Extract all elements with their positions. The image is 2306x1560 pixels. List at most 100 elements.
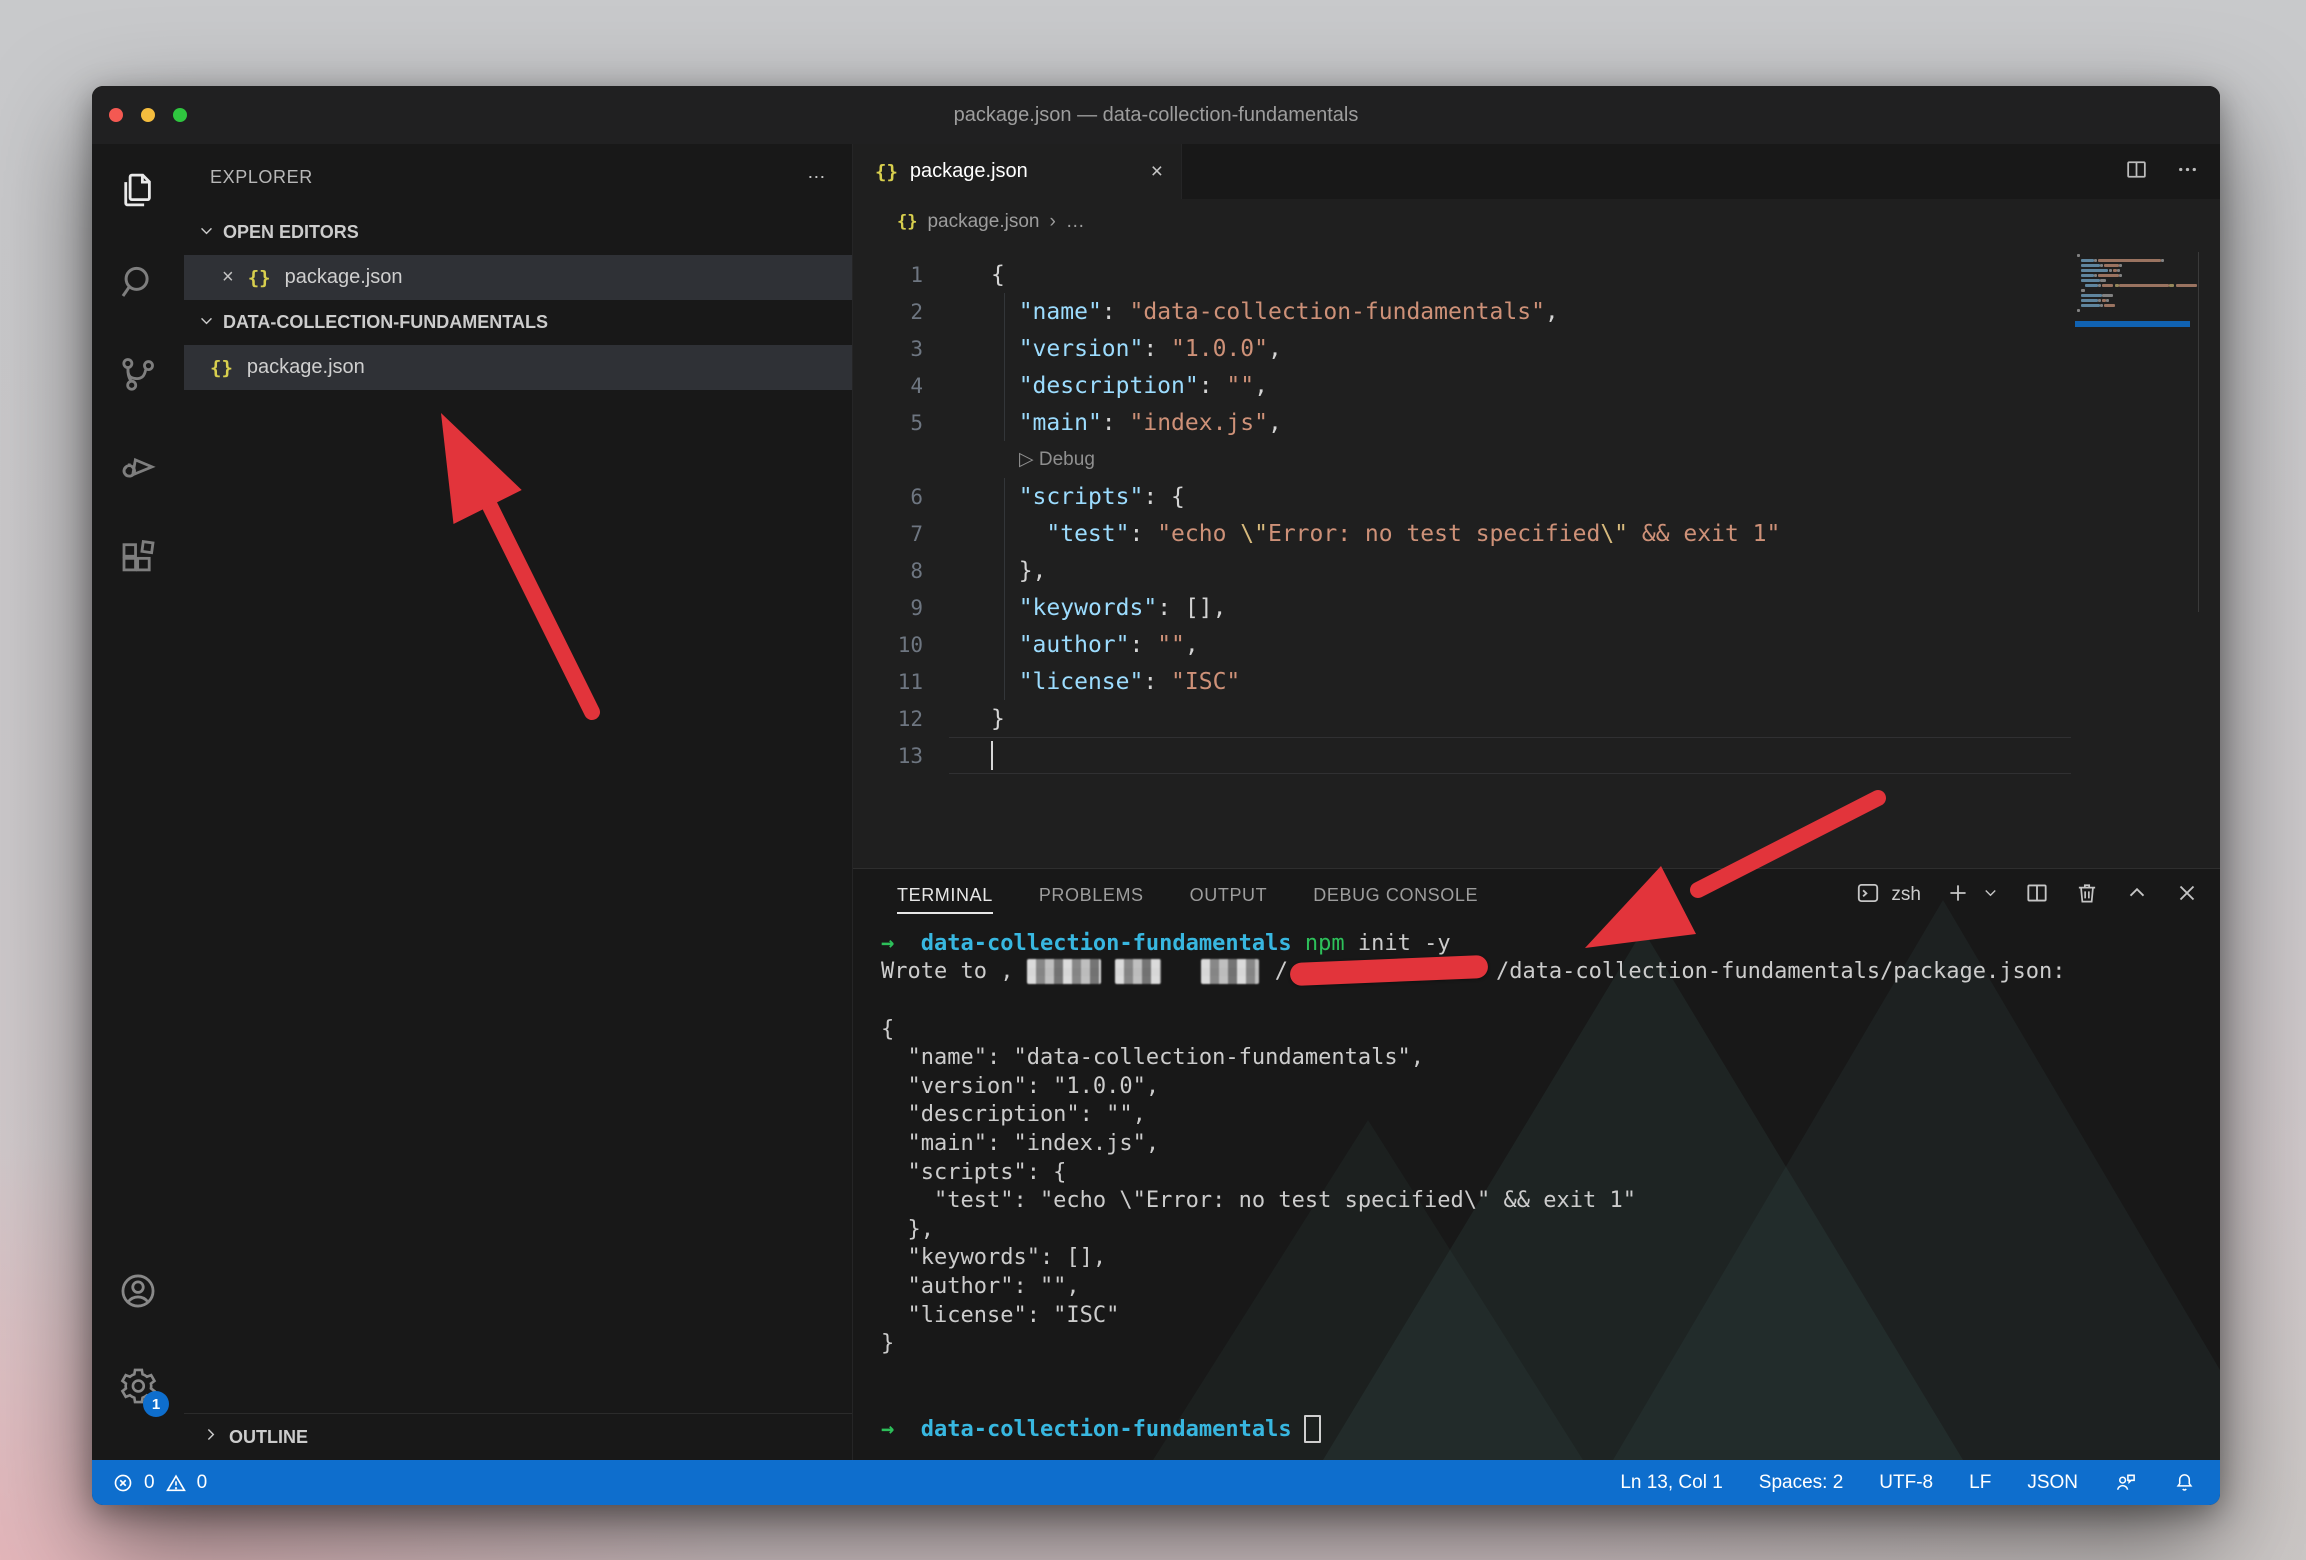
wrote-path-suffix: /data-collection-fundamentals/package.js… (1496, 959, 2066, 984)
redacted-pixelated-block (1027, 959, 1101, 984)
code-line-13[interactable]: 13 (853, 737, 2220, 774)
launch-profile-chevron-icon[interactable] (1981, 883, 2000, 907)
panel-tab-output[interactable]: OUTPUT (1190, 869, 1268, 921)
extensions-icon (117, 537, 159, 579)
maximize-panel-chevron-icon[interactable] (2124, 880, 2150, 911)
file-label: package.json (247, 356, 365, 379)
close-tab-icon[interactable]: × (1151, 160, 1163, 184)
status-item-json[interactable]: JSON (2027, 1472, 2078, 1494)
status-item-utf-8[interactable]: UTF-8 (1879, 1472, 1933, 1494)
status-item-ln-13-col-1[interactable]: Ln 13, Col 1 (1620, 1472, 1722, 1494)
code-line-content[interactable]: { (949, 262, 1005, 288)
shell-label[interactable]: zsh (1891, 884, 1921, 906)
outline-section-header[interactable]: OUTLINE (184, 1413, 852, 1460)
terminal-wrote-line: Wrote to , //data-collection-fundamental… (881, 958, 2200, 987)
code-line-content[interactable]: "keywords": [], (949, 595, 1226, 621)
code-line-content[interactable]: "license": "ISC" (949, 669, 1240, 695)
line-number: 5 (853, 411, 949, 435)
terminal-json-line: "description": "", (881, 1101, 2200, 1130)
code-line-8[interactable]: 8 }, (853, 552, 2220, 589)
prompt-cwd: data-collection-fundamentals (921, 931, 1305, 956)
code-editor[interactable]: 1{2 "name": "data-collection-fundamental… (853, 244, 2220, 868)
close-editor-icon[interactable]: × (222, 266, 234, 289)
code-line-content[interactable]: } (949, 706, 1005, 732)
code-line-content[interactable]: }, (949, 558, 1046, 584)
folder-section-header[interactable]: DATA-COLLECTION-FUNDAMENTALS (184, 300, 852, 345)
feedback-icon[interactable] (2114, 1471, 2137, 1494)
breadcrumb-more[interactable]: … (1066, 211, 1085, 233)
code-line-7[interactable]: 7 "test": "echo \"Error: no test specifi… (853, 515, 2220, 552)
code-line-content[interactable]: "scripts": { (949, 484, 1185, 510)
indent-guide (1004, 552, 1005, 589)
codelens-debug[interactable]: ▷ Debug (853, 441, 2220, 478)
editor-scrollbar[interactable] (2198, 252, 2199, 612)
prompt-cwd: data-collection-fundamentals (921, 1417, 1292, 1442)
open-editors-section-header[interactable]: OPEN EDITORS (184, 210, 852, 255)
minimap[interactable] (2075, 254, 2190, 319)
open-editor-file-label: package.json (285, 266, 403, 289)
activity-item-source-control[interactable] (98, 334, 178, 414)
activity-bar: 1 (92, 144, 184, 1460)
code-line-9[interactable]: 9 "keywords": [], (853, 589, 2220, 626)
code-line-content[interactable]: "test": "echo \"Error: no test specified… (949, 521, 1780, 547)
code-line-12[interactable]: 12} (853, 700, 2220, 737)
activity-item-run-debug[interactable] (98, 426, 178, 506)
activity-item-search[interactable] (98, 242, 178, 322)
sidebar-more-actions-icon[interactable]: ⋯ (807, 167, 826, 188)
split-editor-icon[interactable] (2124, 157, 2149, 187)
terminal-prompt-line: → data-collection-fundamentals (881, 1415, 2200, 1444)
close-panel-icon[interactable] (2174, 880, 2200, 911)
code-line-content[interactable]: "description": "", (949, 373, 1268, 399)
indent-guide (1004, 626, 1005, 663)
panel-tab-problems[interactable]: PROBLEMS (1039, 869, 1144, 921)
code-line-10[interactable]: 10 "author": "", (853, 626, 2220, 663)
code-line-3[interactable]: 3 "version": "1.0.0", (853, 330, 2220, 367)
split-terminal-icon[interactable] (2024, 880, 2050, 911)
open-editor-item-package-json[interactable]: × {} package.json (184, 255, 852, 300)
code-line-2[interactable]: 2 "name": "data-collection-fundamentals"… (853, 293, 2220, 330)
activity-item-accounts[interactable] (116, 1271, 160, 1315)
breadcrumb-file[interactable]: package.json (927, 211, 1039, 233)
sidebar-title: EXPLORER (210, 167, 313, 188)
panel-tab-debug-console[interactable]: DEBUG CONSOLE (1313, 869, 1478, 921)
indent-guide (1004, 478, 1005, 515)
status-item-lf[interactable]: LF (1969, 1472, 1991, 1494)
problems-status[interactable]: 0 0 (112, 1472, 207, 1494)
line-number: 9 (853, 596, 949, 620)
code-line-4[interactable]: 4 "description": "", (853, 367, 2220, 404)
panel-tab-terminal[interactable]: TERMINAL (897, 869, 993, 921)
code-line-5[interactable]: 5 "main": "index.js", (853, 404, 2220, 441)
window-title: package.json — data-collection-fundament… (92, 104, 2220, 127)
code-line-content[interactable]: "author": "", (949, 632, 1199, 658)
error-count: 0 (144, 1472, 155, 1494)
terminal-output[interactable]: → data-collection-fundamentals npm init … (881, 929, 2200, 1444)
line-number: 6 (853, 485, 949, 509)
activity-item-explorer[interactable] (98, 150, 178, 230)
settings-badge: 1 (143, 1391, 169, 1417)
path-fragment: / (1275, 959, 1288, 984)
window-titlebar[interactable]: package.json — data-collection-fundament… (92, 86, 2220, 144)
json-file-icon: {} (210, 357, 233, 379)
file-item-package-json[interactable]: {} package.json (184, 345, 852, 390)
code-line-1[interactable]: 1{ (853, 256, 2220, 293)
json-file-icon: {} (875, 161, 898, 183)
terminal-json-line: "version": "1.0.0", (881, 1072, 2200, 1101)
code-line-content[interactable]: "main": "index.js", (949, 410, 1282, 436)
tab-package-json[interactable]: {} package.json × (853, 144, 1182, 199)
line-number: 8 (853, 559, 949, 583)
line-number: 7 (853, 522, 949, 546)
activity-item-extensions[interactable] (98, 518, 178, 598)
new-terminal-icon[interactable] (1945, 880, 1971, 911)
code-line-6[interactable]: 6 "scripts": { (853, 478, 2220, 515)
status-item-spaces-2[interactable]: Spaces: 2 (1759, 1472, 1844, 1494)
codelens-label[interactable]: ▷ Debug (949, 448, 1095, 471)
kill-terminal-trash-icon[interactable] (2074, 880, 2100, 911)
code-line-11[interactable]: 11 "license": "ISC" (853, 663, 2220, 700)
code-line-content[interactable]: "name": "data-collection-fundamentals", (949, 299, 1559, 325)
notifications-bell-icon[interactable] (2173, 1471, 2196, 1494)
line-number: 11 (853, 670, 949, 694)
editor-more-actions-icon[interactable] (2175, 157, 2200, 187)
line-number: 13 (853, 744, 949, 768)
activity-item-settings[interactable]: 1 (116, 1366, 160, 1410)
code-line-content[interactable]: "version": "1.0.0", (949, 336, 1282, 362)
